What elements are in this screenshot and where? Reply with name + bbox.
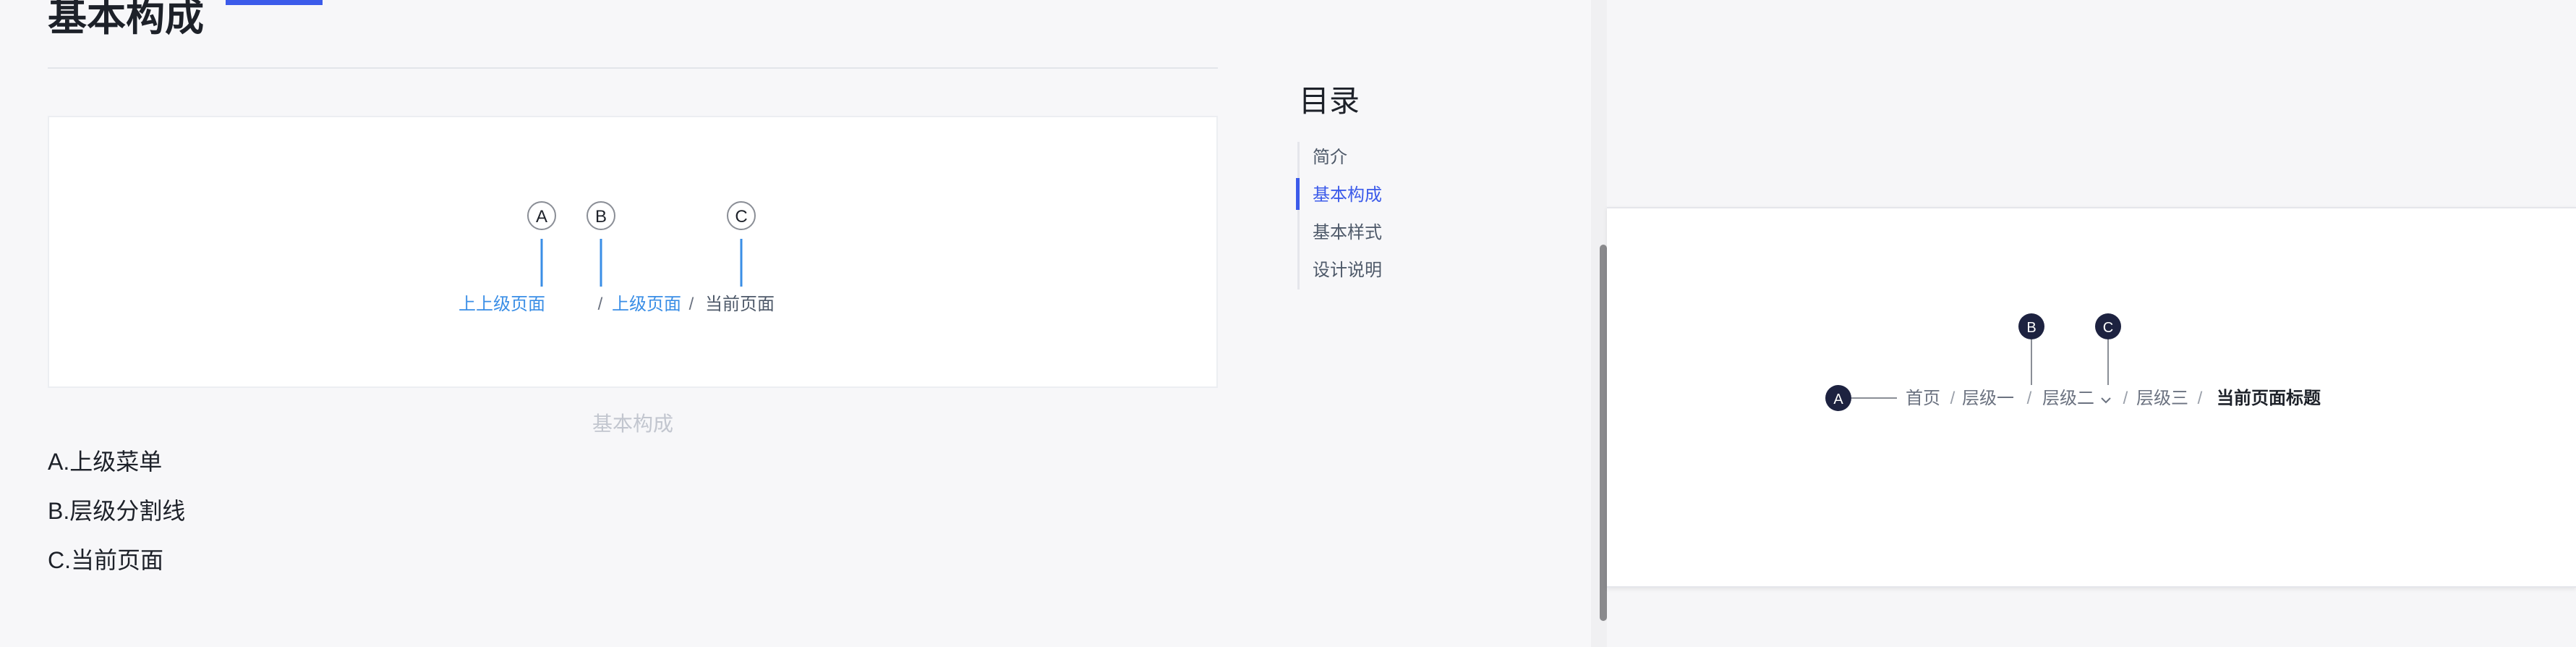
breadcrumb-preview-diagram: A B C 首页 / 层级一 / 层级二 / 层级三 / 当前页面标题 <box>1825 313 2321 411</box>
toc-item-styles[interactable]: 基本样式 <box>1300 217 1401 255</box>
preview-crumb-home: 首页 <box>1906 389 1940 408</box>
table-of-contents: 简介 基本构成 基本样式 设计说明 <box>1296 142 1401 292</box>
toc-item-anatomy[interactable]: 基本构成 <box>1300 179 1401 217</box>
anatomy-description-list: A.上级菜单 B.层级分割线 C.当前页面 <box>48 437 185 585</box>
toc-item-intro[interactable]: 简介 <box>1300 142 1401 179</box>
title-divider <box>48 67 1218 69</box>
docs-panel: 基本构成 A B C 上上级页面 / 上级页面 / 当前页面 基本构成 A.上级… <box>0 0 1607 647</box>
preview-panel: A B C 首页 / 层级一 / 层级二 / 层级三 / 当前页面标题 <box>1607 0 2576 647</box>
crumb-current: 当前页面 <box>705 295 775 314</box>
crumb-separator: / <box>689 295 694 314</box>
scrollbar-thumb[interactable] <box>1600 245 1607 621</box>
preview-crumb-separator: / <box>2123 389 2128 408</box>
breadcrumb-anatomy-diagram: A B C 上上级页面 / 上级页面 / 当前页面 <box>459 201 775 314</box>
preview-crumb-separator: / <box>2027 389 2032 408</box>
chevron-down-icon <box>2101 397 2111 404</box>
preview-crumb-current: 当前页面标题 <box>2217 388 2321 408</box>
preview-crumb-level-2: 层级二 <box>2042 389 2094 408</box>
marker-c-label: C <box>735 207 747 227</box>
marker-a: A <box>527 201 556 287</box>
preview-crumb-level-3: 层级三 <box>2136 389 2188 408</box>
active-tab-indicator <box>226 0 323 5</box>
crumb-separator: / <box>598 295 603 314</box>
breadcrumb-anatomy-figure: A B C 上上级页面 / 上级页面 / 当前页面 <box>48 116 1218 388</box>
toc-title: 目录 <box>1299 84 1360 118</box>
crumb-grandparent: 上上级页面 <box>459 295 545 314</box>
marker-b: B <box>587 201 615 287</box>
preview-marker-b: B <box>2018 313 2044 385</box>
marker-a-label: A <box>536 207 547 227</box>
description-item: B.层级分割线 <box>48 498 186 524</box>
breadcrumb-preview-card: A B C 首页 / 层级一 / 层级二 / 层级三 / 当前页面标题 <box>1607 207 2576 588</box>
preview-marker-a-label: A <box>1833 392 1843 407</box>
preview-marker-c-label: C <box>2103 320 2113 336</box>
description-item: C.当前页面 <box>48 547 164 573</box>
preview-marker-c: C <box>2095 313 2121 385</box>
preview-crumb-separator: / <box>2198 389 2203 408</box>
marker-b-label: B <box>595 207 607 227</box>
preview-marker-a: A <box>1825 385 1897 411</box>
figure-caption: 基本构成 <box>592 413 673 435</box>
preview-marker-b-label: B <box>2026 320 2036 336</box>
description-item: A.上级菜单 <box>48 449 163 475</box>
marker-c: C <box>727 201 756 287</box>
toc-item-design-notes[interactable]: 设计说明 <box>1300 255 1401 292</box>
crumb-parent: 上级页面 <box>612 295 681 314</box>
preview-crumb-separator: / <box>1950 389 1956 408</box>
page-title: 基本构成 <box>48 0 204 39</box>
preview-crumb-level-1: 层级一 <box>1962 389 2014 408</box>
